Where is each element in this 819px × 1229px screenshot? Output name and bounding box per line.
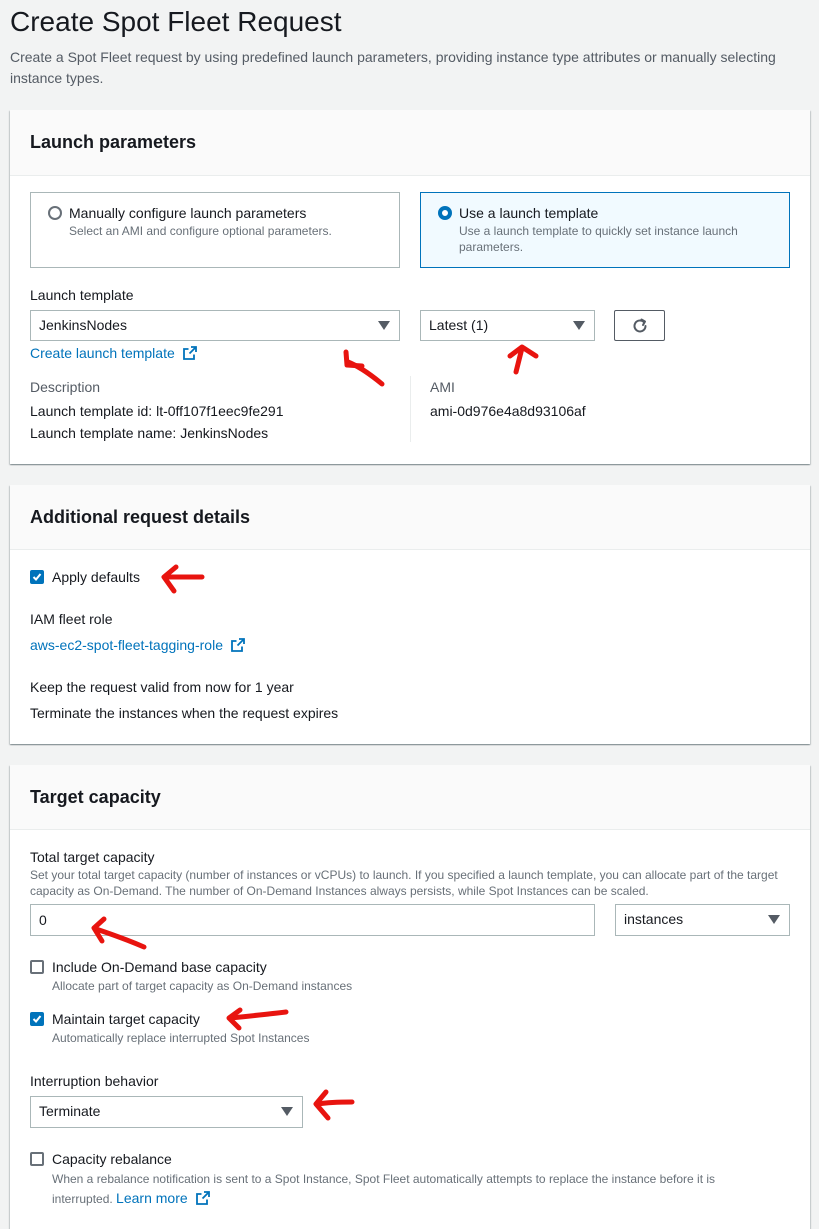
iam-role-label: IAM fleet role <box>30 611 113 627</box>
launch-template-select-value: JenkinsNodes <box>39 317 127 333</box>
red-arrow-annotation-template <box>343 349 385 387</box>
launch-template-select[interactable]: JenkinsNodes <box>30 310 400 341</box>
ondemand-capacity-checkbox[interactable] <box>30 960 44 974</box>
launch-template-tile[interactable]: Use a launch template Use a launch templ… <box>420 192 790 268</box>
ondemand-capacity-description: Allocate part of target capacity as On-D… <box>52 979 353 993</box>
red-arrow-annotation-maintain <box>226 1007 289 1031</box>
target-capacity-panel: Target capacity Total target capacity Se… <box>10 765 810 1229</box>
launch-template-label: Launch template <box>30 287 134 303</box>
page-description: Create a Spot Fleet request by using pre… <box>10 49 776 86</box>
capacity-rebalance-label: Capacity rebalance <box>52 1151 172 1167</box>
column-divider <box>410 376 411 442</box>
iam-role-link-text: aws-ec2-spot-fleet-tagging-role <box>30 637 223 653</box>
iam-role-link[interactable]: aws-ec2-spot-fleet-tagging-role <box>30 637 245 653</box>
terminate-text: Terminate the instances when the request… <box>30 705 339 721</box>
create-launch-template-link[interactable]: Create launch template <box>30 345 197 361</box>
manual-config-description: Select an AMI and configure optional par… <box>69 224 332 238</box>
target-capacity-header: Target capacity <box>10 765 810 830</box>
launch-parameters-panel: Launch parameters Manually configure lau… <box>10 110 810 464</box>
description-label: Description <box>30 379 101 395</box>
learn-more-link-text: Learn more <box>116 1190 188 1206</box>
refresh-button[interactable] <box>614 310 665 341</box>
red-arrow-annotation-defaults <box>161 564 205 594</box>
template-version-select-value: Latest (1) <box>429 317 489 333</box>
external-link-icon <box>195 1191 210 1205</box>
capacity-rebalance-description: When a rebalance notification is sent to… <box>52 1170 752 1209</box>
caret-down-icon <box>281 1107 293 1116</box>
red-arrow-annotation-capacity <box>91 916 147 950</box>
capacity-unit-select-value: instances <box>624 911 684 927</box>
capacity-rebalance-checkbox[interactable] <box>30 1152 44 1166</box>
caret-down-icon <box>378 321 390 330</box>
ami-label: AMI <box>430 379 455 395</box>
page-title: Create Spot Fleet Request <box>10 6 342 37</box>
total-capacity-label: Total target capacity <box>30 849 155 865</box>
ami-value: ami-0d976e4a8d93106af <box>430 403 586 419</box>
interruption-behavior-select[interactable]: Terminate <box>30 1096 303 1128</box>
create-launch-template-link-text: Create launch template <box>30 345 175 361</box>
caret-down-icon <box>768 915 780 924</box>
total-capacity-input-value: 0 <box>39 912 47 928</box>
template-name-line: Launch template name: JenkinsNodes <box>30 425 269 441</box>
validity-text: Keep the request valid from now for 1 ye… <box>30 679 294 695</box>
maintain-capacity-checkbox[interactable] <box>30 1012 44 1026</box>
learn-more-link[interactable]: Learn more <box>116 1190 210 1206</box>
manual-config-title: Manually configure launch parameters <box>69 205 307 221</box>
capacity-unit-select[interactable]: instances <box>615 904 790 936</box>
red-arrow-annotation-interruption <box>313 1089 355 1121</box>
ondemand-capacity-label: Include On-Demand base capacity <box>52 959 267 975</box>
external-link-icon <box>182 346 197 360</box>
template-id-line: Launch template id: lt-0ff107f1eec9fe291 <box>30 403 284 419</box>
template-version-select[interactable]: Latest (1) <box>420 310 595 341</box>
additional-details-panel: Additional request details Apply default… <box>10 485 810 744</box>
external-link-icon <box>230 638 245 652</box>
launch-parameters-header: Launch parameters <box>10 110 810 176</box>
red-arrow-annotation-version <box>507 344 539 375</box>
checkmark-icon <box>32 573 42 581</box>
apply-defaults-label: Apply defaults <box>52 569 140 585</box>
maintain-capacity-label: Maintain target capacity <box>52 1011 200 1027</box>
interruption-behavior-label: Interruption behavior <box>30 1073 159 1089</box>
refresh-icon <box>633 318 647 333</box>
additional-details-heading: Additional request details <box>30 507 251 527</box>
interruption-behavior-select-value: Terminate <box>39 1103 101 1119</box>
additional-details-header: Additional request details <box>10 485 810 550</box>
launch-template-radio[interactable] <box>438 206 452 220</box>
total-capacity-description: Set your total target capacity (number o… <box>30 868 778 898</box>
manual-config-radio[interactable] <box>48 206 62 220</box>
launch-parameters-heading: Launch parameters <box>30 132 197 152</box>
launch-template-option-title: Use a launch template <box>459 205 599 221</box>
target-capacity-heading: Target capacity <box>30 787 161 807</box>
caret-down-icon <box>573 321 585 330</box>
checkmark-icon <box>32 1015 42 1023</box>
manual-config-tile[interactable]: Manually configure launch parameters Sel… <box>30 192 400 268</box>
launch-template-option-description: Use a launch template to quickly set ins… <box>459 224 738 254</box>
apply-defaults-checkbox[interactable] <box>30 570 44 584</box>
